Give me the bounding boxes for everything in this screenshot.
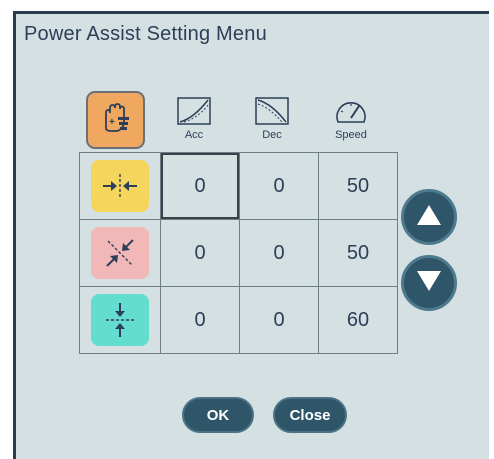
acc-value-cell[interactable]: 0 — [160, 152, 240, 220]
dec-value-cell[interactable]: 0 — [239, 152, 319, 220]
acc-value-cell[interactable]: 0 — [160, 219, 240, 287]
table-row: 0 0 60 — [79, 286, 398, 354]
scroll-up-button[interactable] — [401, 189, 457, 245]
column-label-dec: Dec — [262, 129, 282, 141]
column-header-speed: Speed — [321, 96, 381, 154]
column-header-dec: Dec — [242, 96, 302, 154]
acceleration-curve-icon — [164, 96, 224, 126]
compress-diagonal-icon[interactable] — [91, 227, 149, 279]
speed-value-cell[interactable]: 50 — [318, 219, 398, 287]
dec-value-cell[interactable]: 0 — [239, 286, 319, 354]
dec-value-cell[interactable]: 0 — [239, 219, 319, 287]
column-header-acc: Acc — [164, 96, 224, 154]
table-row: 0 0 50 — [79, 152, 398, 220]
acc-value-cell[interactable]: 0 — [160, 286, 240, 354]
close-button[interactable]: Close — [273, 397, 347, 433]
speed-value-cell[interactable]: 50 — [318, 152, 398, 220]
table-row: 0 0 50 — [79, 219, 398, 287]
compress-vertical-icon[interactable] — [91, 294, 149, 346]
deceleration-curve-icon — [242, 96, 302, 126]
triangle-up-icon — [415, 203, 443, 232]
speedometer-icon — [321, 96, 381, 126]
hand-assist-button[interactable]: + — [86, 91, 145, 149]
compress-horizontal-icon[interactable] — [91, 160, 149, 212]
hand-assist-icon: + — [97, 99, 135, 142]
column-label-acc: Acc — [184, 129, 204, 141]
scroll-down-button[interactable] — [401, 255, 457, 311]
svg-text:+: + — [109, 117, 115, 128]
dialog-title: Power Assist Setting Menu — [24, 23, 267, 45]
ok-button[interactable]: OK — [182, 397, 254, 433]
speed-value-cell[interactable]: 60 — [318, 286, 398, 354]
column-label-speed: Speed — [335, 129, 367, 141]
settings-grid: 0 0 50 0 0 50 0 0 60 — [79, 152, 398, 354]
power-assist-dialog: Power Assist Setting Menu + Acc Dec Spee… — [13, 11, 489, 459]
triangle-down-icon — [415, 269, 443, 298]
